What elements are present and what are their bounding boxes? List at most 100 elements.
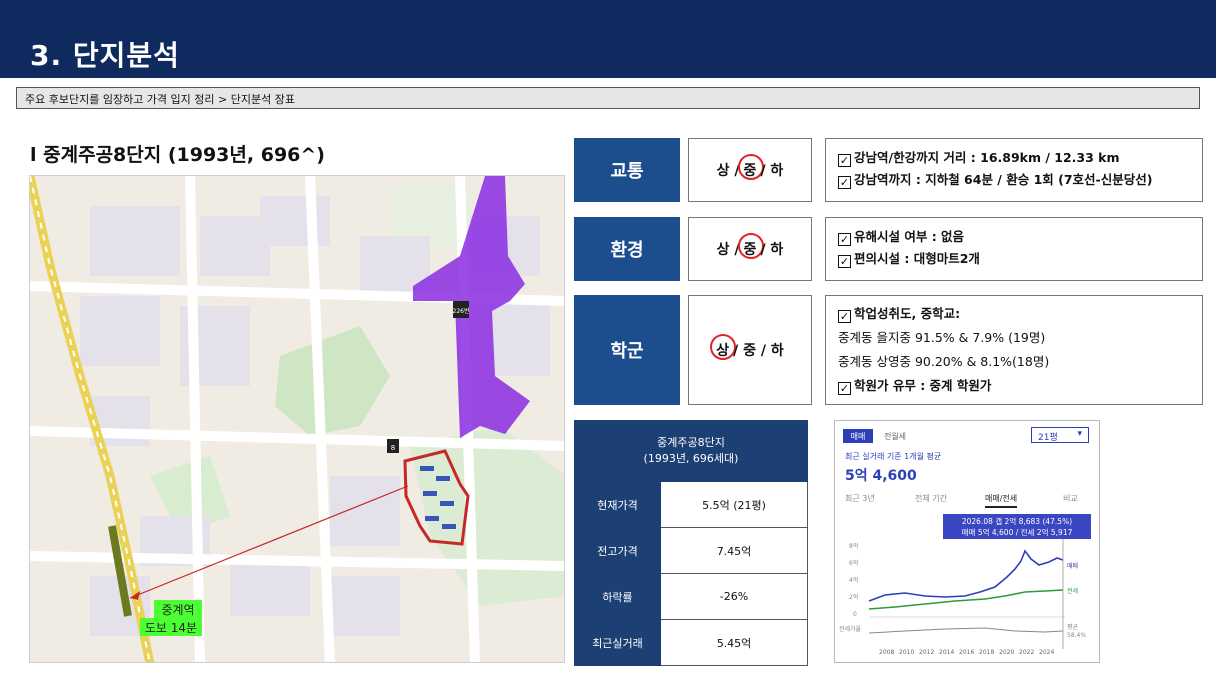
station-callout-name: 중계역: [161, 603, 194, 617]
metric-grade: 상 / 중 / 하: [688, 295, 812, 405]
x-tick: 2022: [1019, 649, 1034, 656]
detail-text: 중계동 상영중 90.20% & 8.1%(18명): [838, 354, 1050, 369]
table-row: 하락률 -26%: [574, 573, 808, 620]
metric-detail: ✓ 유해시설 여부 : 없음 ✓ 편의시설 : 대형마트2개: [825, 217, 1203, 281]
checkbox-checked-icon: ✓: [838, 233, 851, 246]
price-table: 중계주공8단지 (1993년, 696세대) 현재가격 5.5억 (21평) 전…: [574, 420, 808, 666]
detail-text: 강남역/한강까지 거리 : 16.89km / 12.33 km: [854, 150, 1120, 165]
grade-option: / 하: [760, 163, 784, 179]
bus-badge: 226번: [453, 307, 470, 315]
station-callout-walk: 도보 14분: [145, 621, 197, 635]
grade-selected: 중: [737, 154, 764, 180]
row-value: -26%: [660, 573, 808, 620]
detail-line: ✓ 학원가 유무 : 중계 학원가: [838, 374, 1190, 398]
grade-option: / 하: [760, 242, 784, 258]
detail-line: 중계동 상영중 90.20% & 8.1%(18명): [838, 350, 1190, 374]
x-tick: 2012: [919, 649, 934, 656]
row-key: 전고가격: [574, 527, 661, 574]
detail-text: 강남역까지 : 지하철 64분 / 환승 1회 (7호선-신분당선): [854, 172, 1153, 187]
series-label-sale: 매매: [1067, 562, 1078, 570]
period-tab-selected[interactable]: 매매/전세: [985, 493, 1018, 508]
price-table-header-name: 중계주공8단지: [657, 436, 725, 449]
tab-sale[interactable]: 매매: [843, 429, 873, 443]
metric-grade: 상 / 중 / 하: [688, 217, 812, 281]
period-tab[interactable]: 전체 기간: [915, 493, 947, 504]
chart-tooltip: 2026.08 갭 2억 8,683 (47.5%) 매매 5억 4,600 /…: [943, 514, 1091, 539]
metric-detail: ✓ 학업성취도, 중학교: 중계동 을지중 91.5% & 7.9% (19명) 중계…: [825, 295, 1203, 405]
price-line-chart: 8억 6억 4억 2억 0 매매 전세 전세가율 평균 58.4% 2008 2…: [839, 539, 1086, 656]
metric-label: 환경: [574, 217, 680, 281]
series-label-jeonse: 전세: [1067, 587, 1078, 595]
subtitle-text: 주요 후보단지를 임장하고 가격 입지 정리 > 단지분석 장표: [25, 93, 295, 106]
tooltip-gap: 2026.08 갭 2억 8,683 (47.5%): [961, 517, 1073, 526]
price-table-header-meta: (1993년, 696세대): [643, 452, 739, 465]
grade-selected: 상: [710, 334, 737, 360]
detail-line: 중계동 을지중 91.5% & 7.9% (19명): [838, 326, 1190, 350]
checkbox-checked-icon: ✓: [838, 382, 851, 395]
price-trend-card: 매매 전월세 21평 ▾ 최근 실거래 기준 1개월 평균 5억 4,600 최…: [834, 420, 1100, 663]
detail-text: 중계동 을지중 91.5% & 7.9% (19명): [838, 330, 1046, 345]
chevron-down-icon: ▾: [1077, 429, 1082, 439]
table-row: 전고가격 7.45억: [574, 527, 808, 574]
detail-line: ✓ 학업성취도, 중학교:: [838, 302, 1190, 326]
price-value: 5억 4,600: [845, 468, 917, 484]
tooltip-prices: 매매 5억 4,600 / 전세 2억 5,917: [961, 528, 1073, 537]
x-tick: 2018: [979, 649, 994, 656]
row-value: 5.5억 (21평): [660, 481, 808, 528]
detail-text: 학업성취도, 중학교:: [854, 306, 961, 321]
ratio-value-label: 평균: [1067, 623, 1079, 631]
grade-option: / 중 / 하: [733, 343, 784, 359]
metric-label: 교통: [574, 138, 680, 202]
row-value: 5.45억: [660, 619, 808, 666]
row-key: 하락률: [574, 573, 661, 620]
stop-badge: 8: [391, 444, 395, 452]
price-table-header: 중계주공8단지 (1993년, 696세대): [574, 420, 808, 482]
x-tick: 2024: [1039, 649, 1054, 656]
y-tick: 8억: [849, 542, 858, 550]
detail-text: 편의시설 : 대형마트2개: [854, 251, 980, 266]
x-tick: 2014: [939, 649, 954, 656]
table-row: 현재가격 5.5억 (21평): [574, 481, 808, 528]
period-tab[interactable]: 최근 3년: [845, 493, 875, 504]
checkbox-checked-icon: ✓: [838, 255, 851, 268]
checkbox-checked-icon: ✓: [838, 310, 851, 323]
metric-label: 학군: [574, 295, 680, 405]
x-tick: 2016: [959, 649, 974, 656]
period-tabs: 최근 3년 전체 기간 매매/전세 비교: [843, 491, 1093, 508]
checkbox-checked-icon: ✓: [838, 176, 851, 189]
table-row: 최근실거래 5.45억: [574, 619, 808, 666]
x-tick: 2008: [879, 649, 894, 656]
map-graphic: 226번 8 중계역 도보 14분: [30, 176, 564, 662]
ratio-label: 전세가율: [839, 625, 862, 633]
row-key: 현재가격: [574, 481, 661, 528]
grade-selected: 중: [737, 233, 764, 259]
price-caption: 최근 실거래 기준 1개월 평균: [845, 452, 942, 461]
detail-line: ✓ 강남역/한강까지 거리 : 16.89km / 12.33 km: [838, 147, 1190, 169]
complex-title: l 중계주공8단지 (1993년, 696^): [30, 144, 325, 166]
y-tick: 0: [853, 611, 857, 618]
x-tick: 2020: [999, 649, 1014, 656]
metric-grade: 상 / 중 / 하: [688, 138, 812, 202]
page-title: 3. 단지분석: [30, 39, 180, 72]
location-map[interactable]: 226번 8 중계역 도보 14분: [29, 175, 565, 663]
y-tick: 4억: [849, 576, 858, 584]
detail-line: ✓ 유해시설 여부 : 없음: [838, 226, 1190, 248]
size-select[interactable]: 21평 ▾: [1031, 427, 1089, 443]
ratio-value: 58.4%: [1067, 632, 1086, 639]
detail-line: ✓ 편의시설 : 대형마트2개: [838, 248, 1190, 270]
y-tick: 6억: [849, 559, 858, 567]
row-value: 7.45억: [660, 527, 808, 574]
detail-text: 유해시설 여부 : 없음: [854, 229, 965, 244]
row-key: 최근실거래: [574, 619, 661, 666]
checkbox-checked-icon: ✓: [838, 154, 851, 167]
tab-jeonse[interactable]: 전월세: [875, 429, 915, 443]
header-bar: 3. 단지분석: [0, 0, 1216, 78]
period-tab[interactable]: 비교: [1063, 493, 1078, 504]
subtitle-bar: 주요 후보단지를 임장하고 가격 입지 정리 > 단지분석 장표: [16, 87, 1200, 109]
x-tick: 2010: [899, 649, 914, 656]
metric-detail: ✓ 강남역/한강까지 거리 : 16.89km / 12.33 km ✓ 강남역까지 …: [825, 138, 1203, 202]
detail-text: 학원가 유무 : 중계 학원가: [854, 378, 992, 393]
y-tick: 2억: [849, 593, 858, 601]
size-select-value: 21평: [1038, 433, 1058, 443]
detail-line: ✓ 강남역까지 : 지하철 64분 / 환승 1회 (7호선-신분당선): [838, 169, 1190, 191]
